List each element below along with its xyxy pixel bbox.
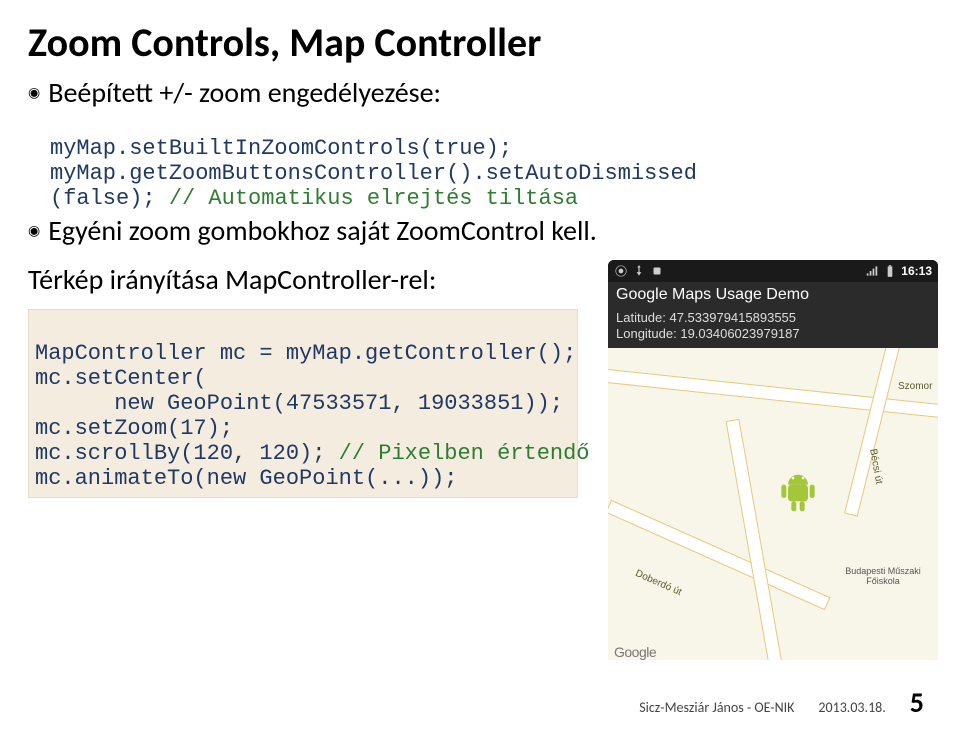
code-line: (false); xyxy=(50,186,169,211)
bullet-1: ◉ Beépített +/- zoom engedélyezése: xyxy=(28,77,932,109)
signal-icon xyxy=(865,264,879,278)
location-icon xyxy=(614,264,628,278)
status-bar: 16:13 xyxy=(608,260,938,282)
bullet-2: ◉ Egyéni zoom gombokhoz saját ZoomContro… xyxy=(28,215,932,247)
poi-label: Budapesti Műszaki Főiskola xyxy=(828,566,938,586)
latitude-text: Latitude: 47.533979415893555 xyxy=(616,310,930,326)
map-area: Doberdó út Bécsi út Szomor Budapesti Műs… xyxy=(608,348,938,660)
bullet-1-text: Beépített +/- zoom engedélyezése: xyxy=(48,77,441,109)
longitude-text: Longitude: 19.03406023979187 xyxy=(616,326,930,342)
coordinates-readout: Latitude: 47.533979415893555 Longitude: … xyxy=(608,308,938,348)
code-line: MapController mc = myMap.getController()… xyxy=(35,341,576,366)
code-line: myMap.getZoomButtonsController().setAuto… xyxy=(50,161,697,186)
bullet-icon: ◉ xyxy=(28,215,40,247)
road-label: Bécsi út xyxy=(867,448,884,485)
road-label: Doberdó út xyxy=(634,568,684,598)
code-comment: // Pixelben értendő xyxy=(339,441,590,466)
phone-screenshot: 16:13 Google Maps Usage Demo Latitude: 4… xyxy=(608,260,938,660)
bullet-icon: ◉ xyxy=(28,77,40,109)
code-line: myMap.setBuiltInZoomControls(true); xyxy=(50,136,512,161)
code-line: mc.setCenter( xyxy=(35,366,207,391)
status-time: 16:13 xyxy=(901,264,932,278)
bullet-2-text: Egyéni zoom gombokhoz saját ZoomControl … xyxy=(48,215,597,247)
footer-author: Sicz-Mesziár János - OE-NIK xyxy=(639,699,794,716)
code-comment: // Automatikus elrejtés tiltása xyxy=(169,186,578,211)
code-line: mc.setZoom(17); xyxy=(35,416,233,441)
battery-icon xyxy=(883,264,897,278)
android-marker-icon xyxy=(778,468,818,516)
usb-icon xyxy=(632,264,646,278)
code-block-1: myMap.setBuiltInZoomControls(true); myMa… xyxy=(50,111,932,211)
code-line: mc.animateTo(new GeoPoint(...)); xyxy=(35,466,457,491)
debug-icon xyxy=(650,264,664,278)
slide-title: Zoom Controls, Map Controller xyxy=(28,18,932,67)
slide-footer: Sicz-Mesziár János - OE-NIK 2013.03.18. … xyxy=(0,685,960,720)
app-title: Google Maps Usage Demo xyxy=(608,282,938,308)
code-line: mc.scrollBy(120, 120); xyxy=(35,441,339,466)
code-line: new GeoPoint(47533571, 19033851)); xyxy=(35,391,563,416)
road-label: Szomor xyxy=(898,381,932,392)
google-watermark: Google xyxy=(614,644,656,660)
code-block-2: MapController mc = myMap.getController()… xyxy=(28,309,578,498)
footer-date: 2013.03.18. xyxy=(818,699,885,716)
page-number: 5 xyxy=(910,685,924,720)
